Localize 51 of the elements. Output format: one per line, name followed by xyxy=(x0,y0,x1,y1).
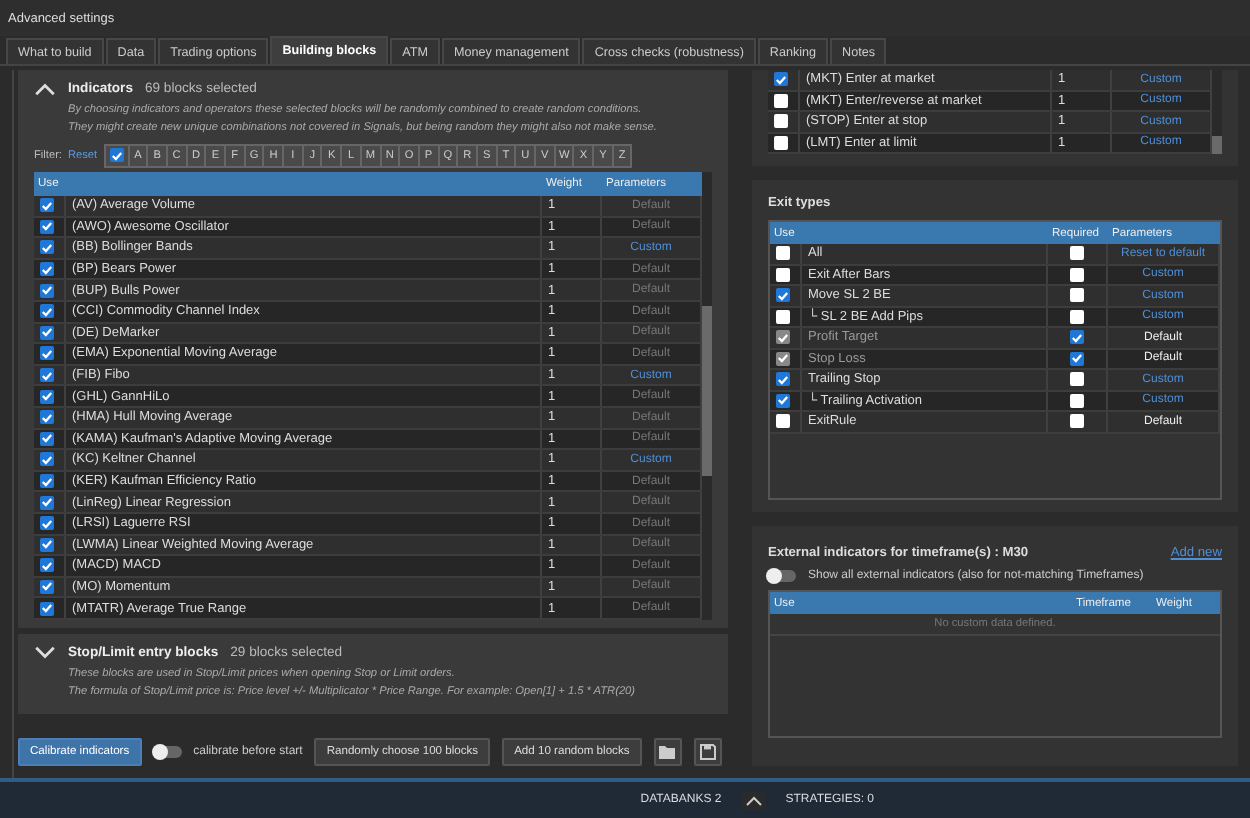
checkbox[interactable] xyxy=(776,393,790,408)
checkbox[interactable] xyxy=(40,579,54,594)
toggle-switch[interactable] xyxy=(153,746,182,758)
checkbox[interactable] xyxy=(1070,414,1084,429)
expand-button[interactable] xyxy=(741,791,766,809)
checkbox[interactable] xyxy=(40,495,54,510)
checkbox[interactable] xyxy=(40,283,54,298)
checkbox[interactable] xyxy=(40,410,54,425)
checkbox[interactable] xyxy=(40,516,54,531)
checkbox[interactable] xyxy=(40,219,54,234)
toggle-switch[interactable] xyxy=(768,570,796,582)
checkbox[interactable] xyxy=(776,288,790,303)
checkbox[interactable] xyxy=(1070,309,1084,324)
checkbox[interactable] xyxy=(776,246,790,261)
save-button[interactable] xyxy=(693,738,722,766)
checkbox[interactable] xyxy=(40,198,54,213)
checkbox[interactable] xyxy=(40,304,54,319)
checkbox[interactable] xyxy=(40,389,54,404)
checkbox[interactable] xyxy=(1070,288,1084,303)
scrollbar[interactable] xyxy=(702,172,712,620)
checkbox[interactable] xyxy=(776,372,790,387)
folder-icon xyxy=(658,744,677,760)
checkbox[interactable] xyxy=(40,325,54,340)
checkbox[interactable] xyxy=(40,240,54,255)
checkbox[interactable] xyxy=(40,474,54,489)
checkbox[interactable] xyxy=(776,414,790,429)
checkbox[interactable] xyxy=(776,267,790,282)
checkbox[interactable] xyxy=(1070,393,1084,408)
checkbox[interactable] xyxy=(774,114,788,129)
checkbox[interactable] xyxy=(40,537,54,552)
checkbox[interactable] xyxy=(774,72,788,87)
caret-icon xyxy=(745,795,762,805)
checkbox[interactable] xyxy=(774,93,788,108)
checkbox[interactable] xyxy=(1070,372,1084,387)
checkbox[interactable] xyxy=(776,309,790,324)
checkbox[interactable] xyxy=(40,431,54,446)
chevron-icon[interactable] xyxy=(34,645,56,660)
checkbox[interactable] xyxy=(1070,267,1084,282)
checkbox[interactable] xyxy=(40,262,54,277)
scrollbar[interactable] xyxy=(1212,70,1222,154)
save-icon xyxy=(699,744,716,760)
open-folder-button[interactable] xyxy=(653,738,682,766)
checkbox[interactable] xyxy=(774,135,788,150)
checkbox[interactable] xyxy=(1070,246,1084,261)
checkbox[interactable] xyxy=(40,368,54,383)
chevron-icon[interactable] xyxy=(34,82,56,96)
checkbox[interactable] xyxy=(109,148,124,162)
checkbox[interactable] xyxy=(40,452,54,467)
checkbox[interactable] xyxy=(40,346,54,361)
checkbox[interactable] xyxy=(40,558,54,573)
checkbox[interactable] xyxy=(40,601,54,616)
